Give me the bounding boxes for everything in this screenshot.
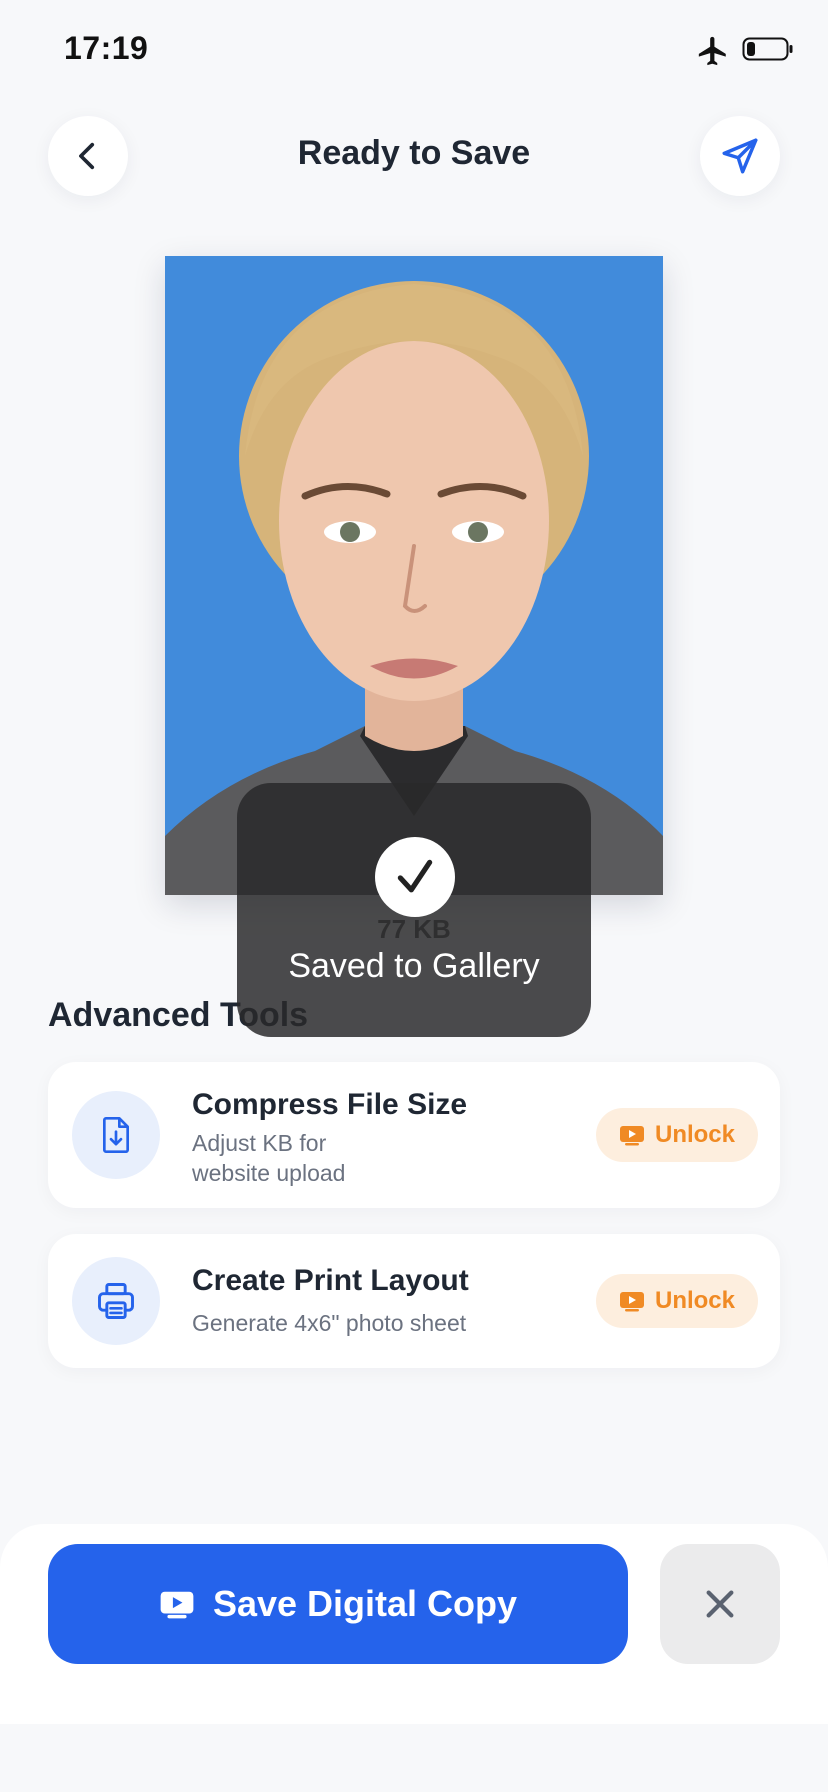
header: Ready to Save <box>0 116 828 196</box>
close-button[interactable] <box>660 1544 780 1664</box>
unlock-print-button[interactable]: Unlock <box>596 1274 758 1328</box>
compress-description: Adjust KB for website upload <box>192 1130 346 1186</box>
saved-toast: Saved to Gallery <box>237 783 591 1037</box>
checkmark-icon <box>397 859 433 893</box>
send-icon <box>722 138 758 174</box>
battery-icon <box>742 37 793 61</box>
video-play-icon <box>619 1292 644 1312</box>
toast-check-badge <box>375 837 455 917</box>
unlock-label: Unlock <box>654 1121 735 1148</box>
print-description: Generate 4x6" photo sheet <box>192 1310 467 1336</box>
compress-file-size-card[interactable]: Compress File Size Adjust KB for website… <box>48 1062 780 1208</box>
unlock-label: Unlock <box>654 1287 735 1314</box>
printer-icon <box>98 1283 134 1319</box>
unlock-compress-button[interactable]: Unlock <box>596 1108 758 1162</box>
close-icon <box>706 1590 734 1618</box>
status-time: 17:19 <box>64 30 149 66</box>
airplane-icon <box>698 36 726 66</box>
share-button[interactable] <box>700 116 780 196</box>
print-title: Create Print Layout <box>192 1264 469 1297</box>
bottom-action-bar: Save Digital Copy <box>0 1524 828 1724</box>
save-label: Save Digital Copy <box>212 1583 518 1624</box>
compress-title: Compress File Size <box>192 1088 468 1121</box>
create-print-layout-card[interactable]: Create Print Layout Generate 4x6" photo … <box>48 1234 780 1368</box>
toast-message: Saved to Gallery <box>288 947 540 985</box>
video-play-icon <box>160 1591 194 1619</box>
save-digital-copy-button[interactable]: Save Digital Copy <box>48 1544 628 1664</box>
video-play-icon <box>619 1126 644 1146</box>
status-bar: 17:19 <box>0 0 828 100</box>
print-icon-badge <box>72 1257 160 1345</box>
file-download-icon <box>103 1117 129 1153</box>
compress-icon-badge <box>72 1091 160 1179</box>
